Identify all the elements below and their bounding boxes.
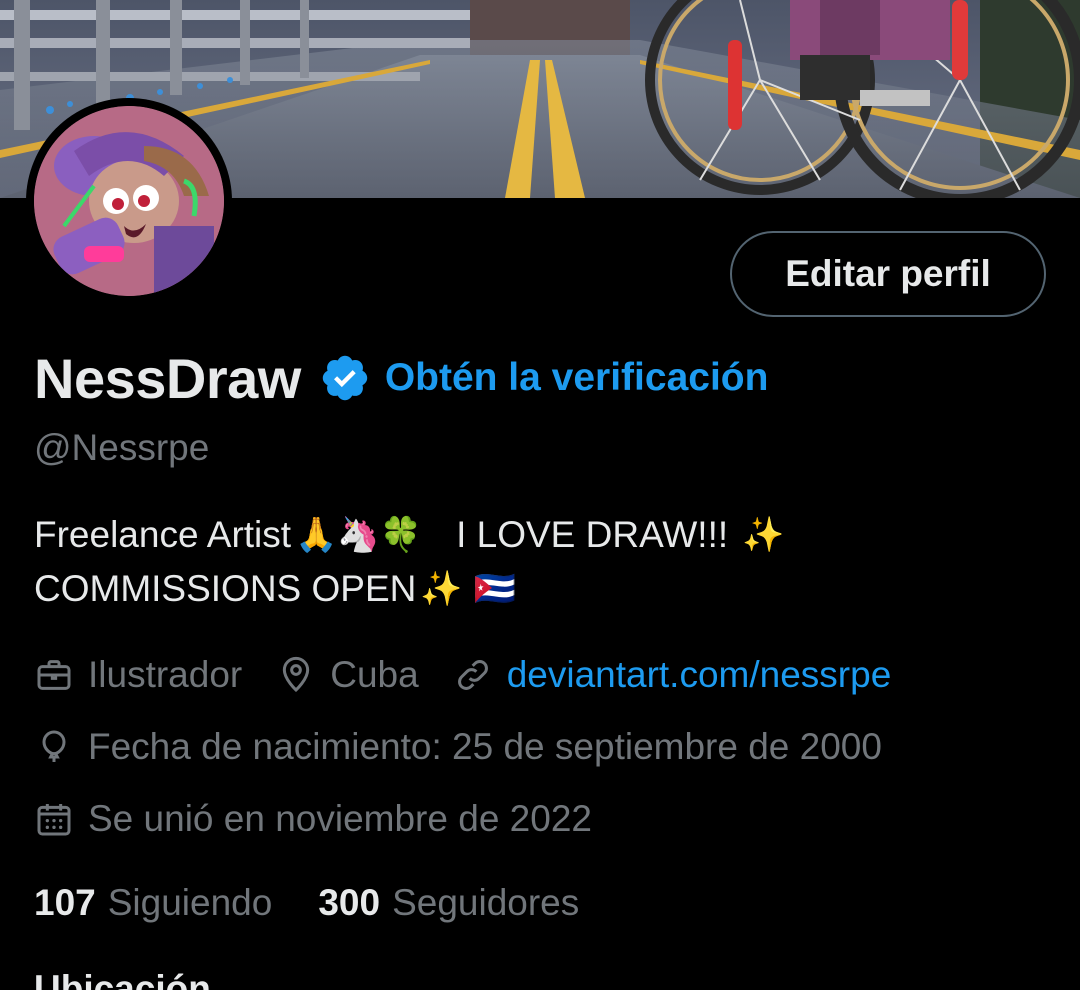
- website-link[interactable]: deviantart.com/nessrpe: [507, 654, 892, 696]
- bio-line-1: Freelance Artist 🙏🦄🍀 I LOVE DRAW!!! ✨: [34, 508, 1044, 562]
- bio-text: Freelance Artist: [34, 514, 292, 555]
- profession-text: Ilustrador: [88, 654, 243, 695]
- birthday-text: Fecha de nacimiento: 25 de septiembre de…: [88, 726, 882, 767]
- following-label: Siguiendo: [107, 882, 273, 923]
- following-link[interactable]: 107 Siguiendo: [34, 882, 272, 924]
- birthday-item: Fecha de nacimiento: 25 de septiembre de…: [34, 726, 882, 768]
- joined-text: Se unió en noviembre de 2022: [88, 798, 592, 839]
- profile-name-row: NessDraw Obtén la verificación: [34, 342, 768, 414]
- website-item: deviantart.com/nessrpe: [453, 654, 892, 696]
- bio-line-2: COMMISSIONS OPEN ✨ 🇨🇺: [34, 562, 1044, 616]
- followers-label: Seguidores: [392, 882, 580, 923]
- bio-text: I LOVE DRAW!!!: [456, 514, 729, 555]
- bio-emoji: ✨ 🇨🇺: [420, 569, 516, 609]
- bio-text: COMMISSIONS OPEN: [34, 568, 417, 609]
- verified-badge-icon[interactable]: [319, 352, 371, 404]
- following-count: 107: [34, 882, 96, 923]
- location-section-heading: Ubicación: [34, 968, 211, 990]
- location-pin-icon: [276, 655, 316, 695]
- briefcase-icon: [34, 655, 74, 695]
- joined-item: Se unió en noviembre de 2022: [34, 798, 592, 840]
- profile-page: Editar perfil NessDraw Obtén la verifica…: [0, 0, 1080, 990]
- profession-item: Ilustrador: [34, 654, 242, 696]
- location-item: Cuba: [276, 654, 419, 696]
- profile-avatar[interactable]: [26, 98, 232, 304]
- followers-count: 300: [318, 882, 381, 923]
- follow-stats: 107 Siguiendo 300 Seguidores: [34, 882, 625, 924]
- profile-meta-row: Ilustrador Cuba deviantart.com/nessrpe: [34, 654, 925, 696]
- user-handle: @Nessrpe: [34, 427, 210, 468]
- edit-profile-button[interactable]: Editar perfil: [730, 231, 1046, 317]
- location-text: Cuba: [330, 654, 419, 695]
- get-verified-link[interactable]: Obtén la verificación: [385, 356, 769, 400]
- profile-bio: Freelance Artist 🙏🦄🍀 I LOVE DRAW!!! ✨ CO…: [34, 508, 1044, 616]
- followers-link[interactable]: 300 Seguidores: [318, 882, 579, 924]
- link-icon: [453, 655, 493, 695]
- calendar-icon: [34, 799, 74, 839]
- bio-emoji: 🙏🦄🍀: [295, 515, 423, 555]
- balloon-icon: [34, 727, 74, 767]
- bio-emoji: ✨: [742, 515, 785, 555]
- display-name: NessDraw: [34, 346, 301, 410]
